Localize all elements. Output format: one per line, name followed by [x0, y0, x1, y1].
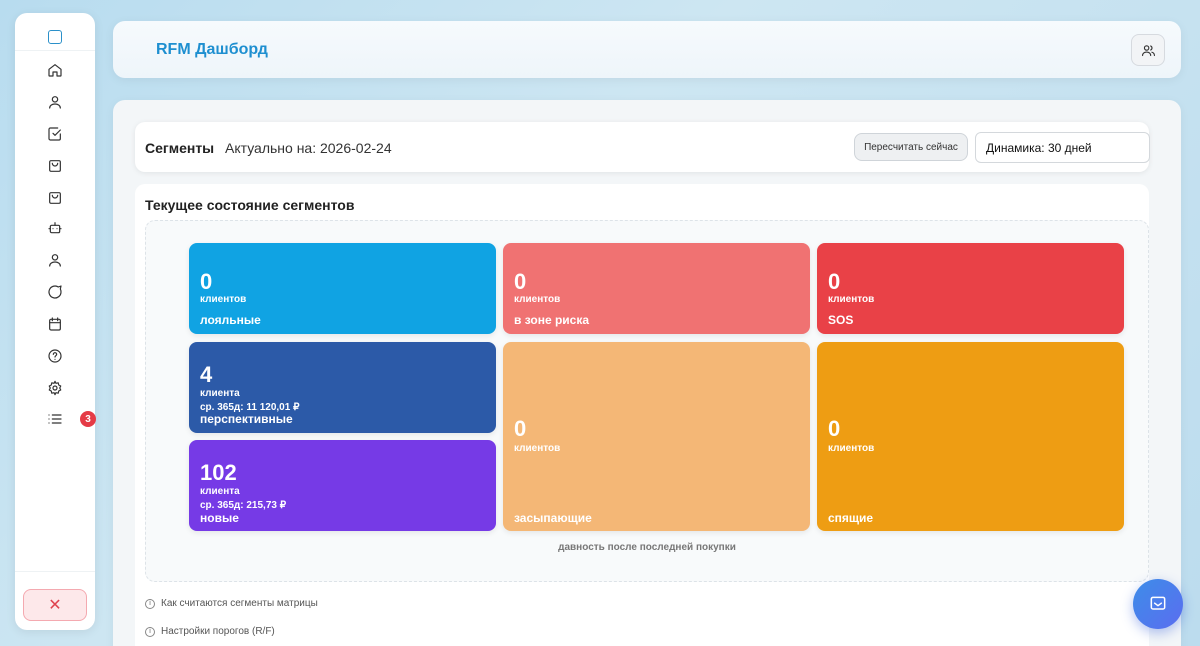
segment-count: 4	[200, 362, 213, 387]
segment-unit: клиента	[200, 388, 240, 399]
segments-card: Текущее состояние сегментов 0 клиентов л…	[135, 184, 1149, 646]
segment-count: 0	[514, 269, 527, 294]
header: RFM Дашборд	[113, 21, 1181, 78]
main-content: Сегменты Актуально на: 2026-02-24 Пересч…	[113, 100, 1181, 646]
list-icon[interactable]	[46, 410, 64, 428]
segment-average: ср. 365д: 215,73 ₽	[200, 500, 287, 511]
segment-count: 0	[828, 269, 841, 294]
segment-name: SOS	[828, 313, 854, 327]
segment-tile-promising[interactable]: 4 клиента ср. 365д: 11 120,01 ₽ перспект…	[189, 342, 496, 433]
segment-tile-new[interactable]: 102 клиента ср. 365д: 215,73 ₽ новые	[189, 440, 496, 531]
segment-unit: клиентов	[200, 294, 247, 305]
info-icon: i	[145, 598, 155, 609]
page-title: RFM Дашборд	[156, 41, 268, 58]
close-button[interactable]: ✕	[23, 589, 87, 621]
checkbox-icon[interactable]	[46, 125, 64, 143]
segment-tile-sos[interactable]: 0 клиентов SOS	[817, 243, 1124, 334]
calendar-icon[interactable]	[46, 315, 64, 333]
segment-name: засыпающие	[514, 511, 592, 525]
info-text: Как считаются сегменты матрицы	[161, 598, 318, 609]
axis-label: давность после последней покупки	[558, 542, 736, 553]
segment-matrix: 0 клиентов лояльные 0 клиентов в зоне ри…	[145, 220, 1149, 582]
segment-tile-loyal[interactable]: 0 клиентов лояльные	[189, 243, 496, 334]
info-how-calculated[interactable]: i Как считаются сегменты матрицы	[145, 598, 318, 609]
segment-unit: клиентов	[514, 443, 561, 454]
notification-badge: 3	[80, 411, 96, 427]
divider	[15, 571, 95, 572]
segment-tile-at-risk[interactable]: 0 клиентов в зоне риска	[503, 243, 810, 334]
segment-unit: клиентов	[514, 294, 561, 305]
user-icon[interactable]	[46, 251, 64, 269]
message-icon[interactable]	[46, 283, 64, 301]
segment-unit: клиентов	[828, 294, 875, 305]
segments-title: Сегменты	[145, 140, 215, 156]
home-icon[interactable]	[46, 61, 64, 79]
help-icon[interactable]	[46, 347, 64, 365]
user-icon[interactable]	[46, 93, 64, 111]
segment-name: спящие	[828, 511, 874, 525]
segment-count: 0	[828, 416, 841, 441]
segments-toolbar: Сегменты Актуально на: 2026-02-24 Пересч…	[135, 122, 1150, 172]
segment-unit: клиента	[200, 486, 240, 497]
robot-icon[interactable]	[46, 219, 64, 237]
shopping-bag-icon[interactable]	[46, 157, 64, 175]
chat-icon	[1150, 596, 1166, 610]
recalculate-button[interactable]: Пересчитать сейчас	[854, 133, 968, 161]
segment-count: 0	[514, 416, 527, 441]
sidebar-toggle-icon[interactable]	[48, 30, 62, 44]
actual-date: Актуально на: 2026-02-24	[225, 140, 392, 156]
info-thresholds[interactable]: i Настройки порогов (R/F)	[145, 626, 275, 637]
section-title: Текущее состояние сегментов	[145, 197, 355, 213]
segment-count: 0	[200, 269, 213, 294]
users-button[interactable]	[1131, 34, 1165, 66]
segment-tile-falling-asleep[interactable]: 0 клиентов засыпающие	[503, 342, 810, 531]
segment-count: 102	[200, 460, 237, 485]
info-icon: i	[145, 626, 155, 637]
info-text: Настройки порогов (R/F)	[161, 626, 275, 637]
segment-tile-sleeping[interactable]: 0 клиентов спящие	[817, 342, 1124, 531]
gear-icon[interactable]	[46, 379, 64, 397]
users-icon	[1141, 44, 1155, 56]
shopping-bag-icon[interactable]	[46, 189, 64, 207]
divider	[15, 50, 95, 51]
segment-name: перспективные	[200, 412, 293, 426]
segment-name: лояльные	[200, 313, 261, 327]
segment-name: в зоне риска	[514, 313, 590, 327]
sidebar: 3 ✕	[15, 13, 96, 630]
dynamics-select[interactable]: Динамика: 30 дней	[975, 132, 1150, 163]
segment-unit: клиентов	[828, 443, 875, 454]
chat-fab-button[interactable]	[1133, 579, 1183, 629]
segment-name: новые	[200, 511, 239, 525]
